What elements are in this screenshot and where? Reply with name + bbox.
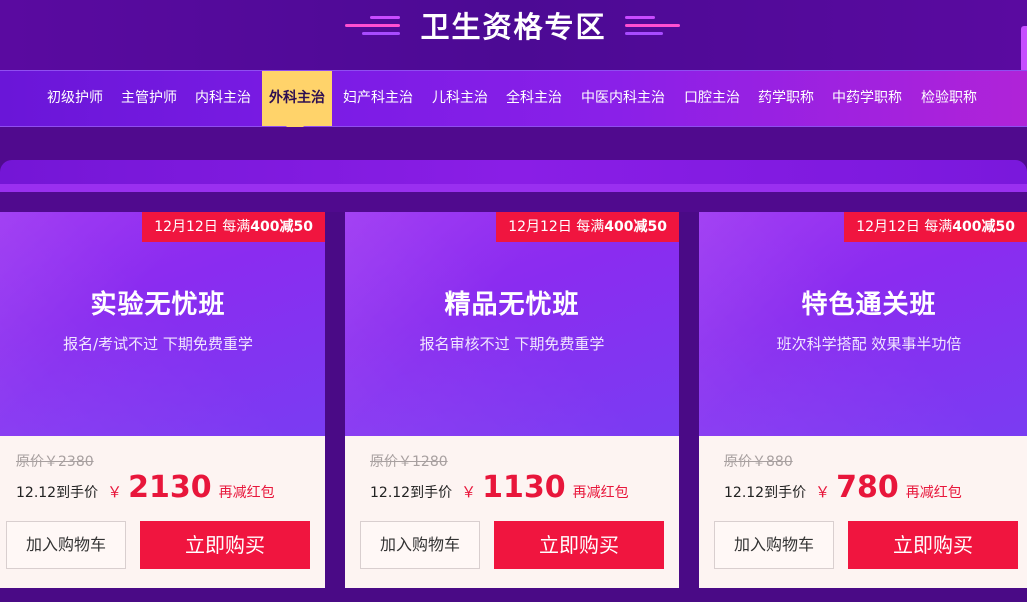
page-header: 卫生资格专区 <box>0 0 1027 76</box>
promo-amount: 400减50 <box>250 219 313 235</box>
promo-date: 12月12日 每满 <box>508 219 605 235</box>
bottom-strip <box>0 588 1027 602</box>
tab-quanke-zhuzhi[interactable]: 全科主治 <box>497 71 571 126</box>
title-decoration-right <box>625 16 655 19</box>
promo-date: 12月12日 每满 <box>856 219 953 235</box>
promo-tag: 12月12日 每满400减50 <box>142 212 325 242</box>
price-row: 12.12到手价 ￥ 2130 再减红包 <box>16 470 275 510</box>
original-price: 原价￥880 <box>724 454 793 470</box>
card-banner: 12月12日 每满400减50 特色通关班 班次科学搭配 效果事半功倍 <box>699 212 1027 436</box>
tab-chuji-hushi[interactable]: 初级护师 <box>38 71 112 126</box>
price-currency: ￥ <box>107 483 123 501</box>
title-decoration-right <box>625 24 680 27</box>
tab-waike-zhuzhi[interactable]: 外科主治 <box>262 71 332 126</box>
add-to-cart-button[interactable]: 加入购物车 <box>6 521 126 569</box>
price-row: 12.12到手价 ￥ 780 再减红包 <box>724 470 962 510</box>
original-price: 原价￥2380 <box>16 454 94 470</box>
price-label: 12.12到手价 <box>370 485 453 501</box>
promo-amount: 400减50 <box>604 219 667 235</box>
price-value: 780 <box>836 470 899 505</box>
tab-erke-zhuzhi[interactable]: 儿科主治 <box>423 71 497 126</box>
tab-yaoxue-zhicheng[interactable]: 药学职称 <box>749 71 823 126</box>
buy-now-button[interactable]: 立即购买 <box>140 521 310 569</box>
tab-zhongyi-neike-zhuzhi[interactable]: 中医内科主治 <box>571 71 675 126</box>
tab-neike-zhuzhi[interactable]: 内科主治 <box>186 71 260 126</box>
tab-fuchanke-zhuzhi[interactable]: 妇产科主治 <box>334 71 422 126</box>
card-subtitle: 班次科学搭配 效果事半功倍 <box>776 335 962 353</box>
tab-kouqiang-zhuzhi[interactable]: 口腔主治 <box>675 71 749 126</box>
price-label: 12.12到手价 <box>16 485 99 501</box>
price-note: 再减红包 <box>218 485 275 501</box>
edge-decoration <box>1021 26 1027 76</box>
price-label: 12.12到手价 <box>724 485 807 501</box>
tab-zhongyaoxue-zhicheng[interactable]: 中药学职称 <box>823 71 911 126</box>
price-row: 12.12到手价 ￥ 1130 再减红包 <box>370 470 629 510</box>
price-note: 再减红包 <box>905 485 962 501</box>
tab-zhuguan-hushi[interactable]: 主管护师 <box>112 71 186 126</box>
buy-now-button[interactable]: 立即购买 <box>848 521 1018 569</box>
card-banner: 12月12日 每满400减50 精品无忧班 报名审核不过 下期免费重学 <box>345 212 679 436</box>
course-card: 12月12日 每满400减50 实验无忧班 报名/考试不过 下期免费重学 原价￥… <box>0 212 325 588</box>
category-tab-bar: 初级护师 主管护师 内科主治 外科主治 妇产科主治 儿科主治 全科主治 中医内科… <box>0 70 1027 127</box>
price-currency: ￥ <box>815 483 831 501</box>
promo-tag: 12月12日 每满400减50 <box>844 212 1027 242</box>
price-note: 再减红包 <box>572 485 629 501</box>
price-value: 1130 <box>482 470 566 505</box>
page-title: 卫生资格专区 <box>420 10 607 44</box>
buy-now-button[interactable]: 立即购买 <box>494 521 664 569</box>
card-banner: 12月12日 每满400减50 实验无忧班 报名/考试不过 下期免费重学 <box>0 212 325 436</box>
card-subtitle: 报名/考试不过 下期免费重学 <box>63 335 253 353</box>
card-title: 特色通关班 <box>801 290 937 320</box>
course-card: 12月12日 每满400减50 特色通关班 班次科学搭配 效果事半功倍 原价￥8… <box>699 212 1027 588</box>
course-card: 12月12日 每满400减50 精品无忧班 报名审核不过 下期免费重学 原价￥1… <box>345 212 679 588</box>
content-band-line <box>0 184 1027 192</box>
promo-date: 12月12日 每满 <box>154 219 251 235</box>
price-value: 2130 <box>128 470 212 505</box>
add-to-cart-button[interactable]: 加入购物车 <box>714 521 834 569</box>
add-to-cart-button[interactable]: 加入购物车 <box>360 521 480 569</box>
price-currency: ￥ <box>461 483 477 501</box>
card-title: 实验无忧班 <box>90 290 226 320</box>
card-title: 精品无忧班 <box>444 290 580 320</box>
tab-jianyan-zhicheng[interactable]: 检验职称 <box>911 71 987 126</box>
promo-amount: 400减50 <box>952 219 1015 235</box>
promo-tag: 12月12日 每满400减50 <box>496 212 679 242</box>
title-decoration-right <box>625 32 663 35</box>
card-subtitle: 报名审核不过 下期免费重学 <box>419 335 605 353</box>
original-price: 原价￥1280 <box>370 454 448 470</box>
